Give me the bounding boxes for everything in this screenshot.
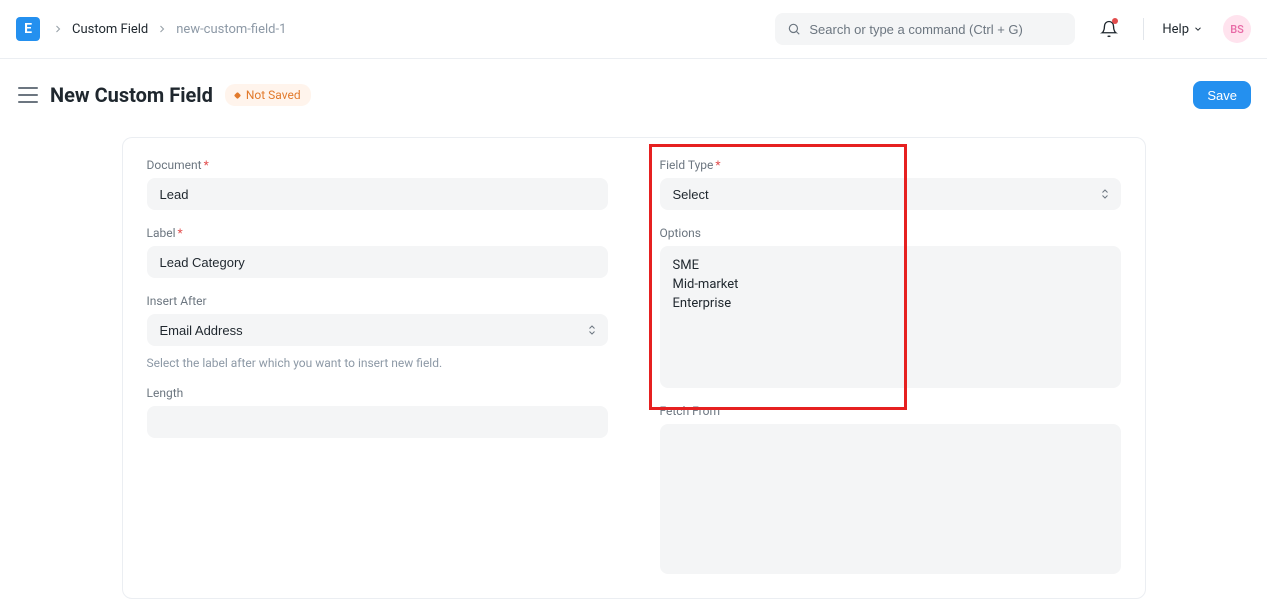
divider [1143, 18, 1144, 40]
fetch-from-textarea[interactable] [660, 424, 1121, 574]
label-input[interactable] [147, 246, 608, 278]
fetch-from-label: Fetch From [660, 404, 1121, 418]
save-button[interactable]: Save [1193, 81, 1251, 109]
insert-after-select[interactable] [147, 314, 608, 346]
help-menu[interactable]: Help [1162, 22, 1203, 37]
chevron-down-icon [1193, 24, 1203, 34]
field-field-type: Field Type* [660, 158, 1121, 210]
field-fetch-from: Fetch From [660, 404, 1121, 574]
form-card: Document* Label* Insert After [122, 137, 1146, 599]
label-label: Label* [147, 226, 608, 240]
top-nav: E Custom Field new-custom-field-1 Help B… [0, 0, 1267, 59]
chevron-right-icon [52, 23, 64, 35]
global-search[interactable] [775, 13, 1075, 45]
breadcrumb-parent[interactable]: Custom Field [72, 22, 148, 37]
form-left-column: Document* Label* Insert After [147, 158, 608, 574]
length-input[interactable] [147, 406, 608, 438]
options-label: Options [660, 226, 1121, 240]
chevron-right-icon [156, 23, 168, 35]
status-badge: Not Saved [225, 84, 311, 106]
field-document: Document* [147, 158, 608, 210]
document-input[interactable] [147, 178, 608, 210]
options-textarea[interactable] [660, 246, 1121, 388]
menu-toggle-icon[interactable] [18, 87, 38, 103]
help-label: Help [1162, 22, 1189, 37]
status-text: Not Saved [246, 88, 301, 102]
page-title: New Custom Field [50, 83, 213, 107]
field-type-label: Field Type* [660, 158, 1121, 172]
search-input[interactable] [809, 22, 1063, 37]
field-label: Label* [147, 226, 608, 278]
insert-after-label: Insert After [147, 294, 608, 308]
field-insert-after: Insert After Select the label after whic… [147, 294, 608, 370]
breadcrumb-current: new-custom-field-1 [176, 22, 286, 37]
search-icon [787, 22, 801, 36]
form-right-column: Field Type* Options Fetch From [660, 158, 1121, 574]
page-header: New Custom Field Not Saved Save [0, 59, 1267, 121]
field-options: Options [660, 226, 1121, 388]
field-length: Length [147, 386, 608, 438]
field-type-select[interactable] [660, 178, 1121, 210]
document-label: Document* [147, 158, 608, 172]
notifications-button[interactable] [1099, 19, 1119, 39]
status-dot-icon [234, 91, 241, 98]
app-logo[interactable]: E [16, 17, 40, 41]
user-avatar[interactable]: BS [1223, 15, 1251, 43]
length-label: Length [147, 386, 608, 400]
insert-after-help: Select the label after which you want to… [147, 356, 608, 370]
